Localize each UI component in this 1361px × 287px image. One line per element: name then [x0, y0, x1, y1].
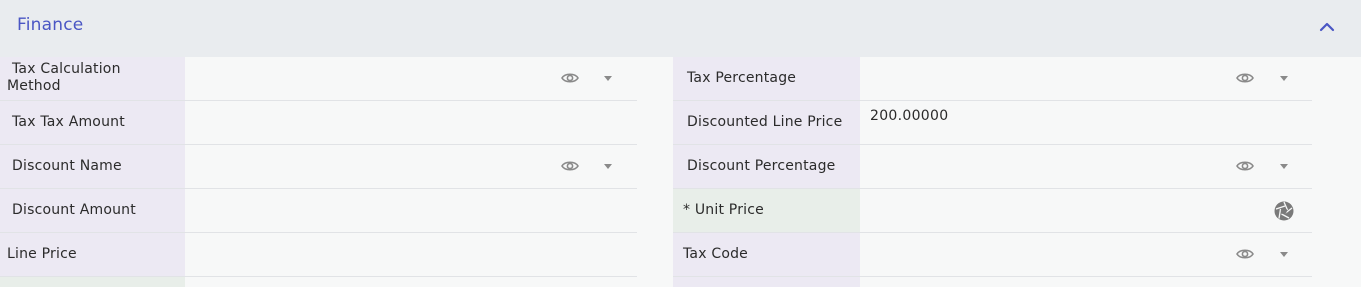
eye-icon [561, 73, 579, 83]
discounted-line-price-input[interactable]: 200.00000 [860, 101, 1312, 144]
field-label: Tax Percentage [673, 57, 860, 100]
caret-down-icon [1280, 75, 1288, 81]
caret-down-icon [604, 163, 612, 169]
field-label: Discount Name [0, 145, 185, 188]
finance-form-right: Tax Percentage Discounted Line Price 200… [673, 57, 1312, 287]
view-button[interactable] [1235, 157, 1255, 175]
dropdown-button[interactable] [601, 159, 615, 173]
lookup-button[interactable] [1273, 200, 1295, 222]
field-tax-code: Tax Code [673, 233, 1312, 277]
view-button[interactable] [1235, 69, 1255, 87]
caret-down-icon [1280, 163, 1288, 169]
field-label: Tax Tax Amount [0, 101, 185, 144]
field-label: Tax Code [673, 233, 860, 276]
field-label: Discount Amount [0, 189, 185, 232]
field-label-stub [0, 277, 185, 287]
unit-price-input[interactable] [860, 189, 1312, 232]
chevron-up-icon [1319, 22, 1335, 32]
tax-percentage-select[interactable] [860, 57, 1312, 100]
field-label: Line Price [0, 233, 185, 276]
field-discounted-line-price: Discounted Line Price 200.00000 [673, 101, 1312, 145]
next-row-partial [0, 277, 637, 287]
eye-icon [561, 161, 579, 171]
field-tax-percentage: Tax Percentage [673, 57, 1312, 101]
field-value: 200.00000 [870, 108, 949, 124]
field-line-price: Line Price [0, 233, 637, 277]
field-discount-name: Discount Name [0, 145, 637, 189]
eye-icon [1236, 161, 1254, 171]
field-tax-tax-amount: Tax Tax Amount [0, 101, 637, 145]
field-unit-price: * Unit Price [673, 189, 1312, 233]
field-label-text: Tax Calculation Method [7, 61, 121, 95]
field-discount-amount: Discount Amount [0, 189, 637, 233]
dropdown-button[interactable] [1277, 71, 1291, 85]
section-title: Finance [17, 15, 84, 35]
field-label: Discount Percentage [673, 145, 860, 188]
view-button[interactable] [560, 69, 580, 87]
tax-code-select[interactable] [860, 233, 1312, 276]
label-line-2: Method [7, 78, 61, 94]
field-tax-calculation-method: Tax Calculation Method [0, 57, 637, 101]
tax-calculation-method-select[interactable] [185, 57, 637, 100]
dropdown-button[interactable] [1277, 159, 1291, 173]
discount-percentage-select[interactable] [860, 145, 1312, 188]
field-label-stub [673, 277, 860, 287]
field-label: * Unit Price [673, 189, 860, 232]
label-line-1: Tax Calculation [12, 61, 121, 77]
field-label: Tax Calculation Method [0, 57, 185, 100]
eye-icon [1236, 73, 1254, 83]
next-row-partial [673, 277, 1312, 287]
aperture-icon [1274, 201, 1294, 221]
caret-down-icon [1280, 251, 1288, 257]
field-discount-percentage: Discount Percentage [673, 145, 1312, 189]
discount-amount-input[interactable] [185, 189, 637, 232]
tax-tax-amount-input[interactable] [185, 101, 637, 144]
collapse-section-button[interactable] [1314, 16, 1340, 38]
dropdown-button[interactable] [1277, 247, 1291, 261]
finance-form-left: Tax Calculation Method Tax Tax Amount Dis… [0, 57, 637, 287]
caret-down-icon [604, 75, 612, 81]
view-button[interactable] [1235, 245, 1255, 263]
field-label: Discounted Line Price [673, 101, 860, 144]
discount-name-select[interactable] [185, 145, 637, 188]
line-price-input[interactable] [185, 233, 637, 276]
eye-icon [1236, 249, 1254, 259]
view-button[interactable] [560, 157, 580, 175]
finance-section-header[interactable]: Finance [0, 0, 1361, 57]
dropdown-button[interactable] [601, 71, 615, 85]
